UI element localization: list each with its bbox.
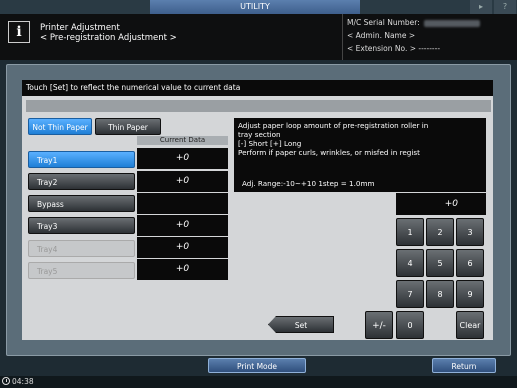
description-line-2: tray section [238,130,281,139]
plus-minus-key[interactable]: +/- [365,311,393,339]
serial-value-redacted [423,19,480,27]
key-5[interactable]: 5 [426,249,454,277]
tray5-button: Tray5 [28,262,135,279]
tray2-button[interactable]: Tray2 [28,173,135,190]
description-line-1: Adjust paper loop amount of pre-registra… [238,121,429,130]
serial-label: M/C Serial Number: [347,18,420,27]
instruction-message: Touch [Set] to reflect the numerical val… [22,80,493,96]
input-display: +0 [396,193,486,215]
tab-thin-paper[interactable]: Thin Paper [95,118,161,135]
status-bar [0,376,517,388]
return-button[interactable]: Return [432,358,496,373]
key-6[interactable]: 6 [456,249,484,277]
tray4-value: +0 [137,237,228,258]
clear-key[interactable]: Clear [456,311,484,339]
description-line-3: [-] Short [+] Long [238,139,302,148]
extension-label: < Extension No. > [347,44,416,53]
tray3-value: +0 [137,215,228,236]
key-8[interactable]: 8 [426,280,454,308]
extension-value: -------- [418,44,441,53]
clock-icon [2,377,10,385]
tray1-button[interactable]: Tray1 [28,151,135,168]
set-button[interactable]: Set [268,316,334,333]
machine-info: M/C Serial Number: < Admin. Name > < Ext… [347,16,480,55]
key-4[interactable]: 4 [396,249,424,277]
key-7[interactable]: 7 [396,280,424,308]
utility-tab[interactable]: UTILITY [150,0,360,14]
key-0[interactable]: 0 [396,311,424,339]
key-3[interactable]: 3 [456,218,484,246]
info-icon: i [8,21,30,43]
page-title: Printer Adjustment < Pre-registration Ad… [40,23,177,43]
section-strip [26,100,491,112]
tray2-value: +0 [137,171,228,192]
tray5-value: +0 [137,259,228,280]
current-data-header: Current Data [137,136,228,145]
key-1[interactable]: 1 [396,218,424,246]
admin-label: < Admin. Name > [347,31,416,40]
bypass-button[interactable]: Bypass [28,195,135,212]
key-9[interactable]: 9 [456,280,484,308]
tab-not-thin-paper[interactable]: Not Thin Paper [28,118,92,135]
title-line-1: Printer Adjustment [40,23,120,33]
clock-time: 04:38 [12,377,34,386]
tray1-value: +0 [137,148,228,169]
header-divider [342,14,343,60]
bypass-value [137,193,228,214]
title-line-2: < Pre-registration Adjustment > [40,33,177,43]
print-mode-button[interactable]: Print Mode [208,358,306,373]
adjustment-range: Adj. Range:-10~+10 1step = 1.0mm [242,179,375,188]
tray4-button: Tray4 [28,240,135,257]
volume-icon[interactable]: ▸ [470,0,492,14]
tray3-button[interactable]: Tray3 [28,217,135,234]
description-line-4: Perform if paper curls, wrinkles, or mis… [238,148,420,157]
header: i Printer Adjustment < Pre-registration … [0,14,517,60]
clock: 04:38 [2,377,34,387]
key-2[interactable]: 2 [426,218,454,246]
help-icon[interactable]: ? [494,0,516,14]
